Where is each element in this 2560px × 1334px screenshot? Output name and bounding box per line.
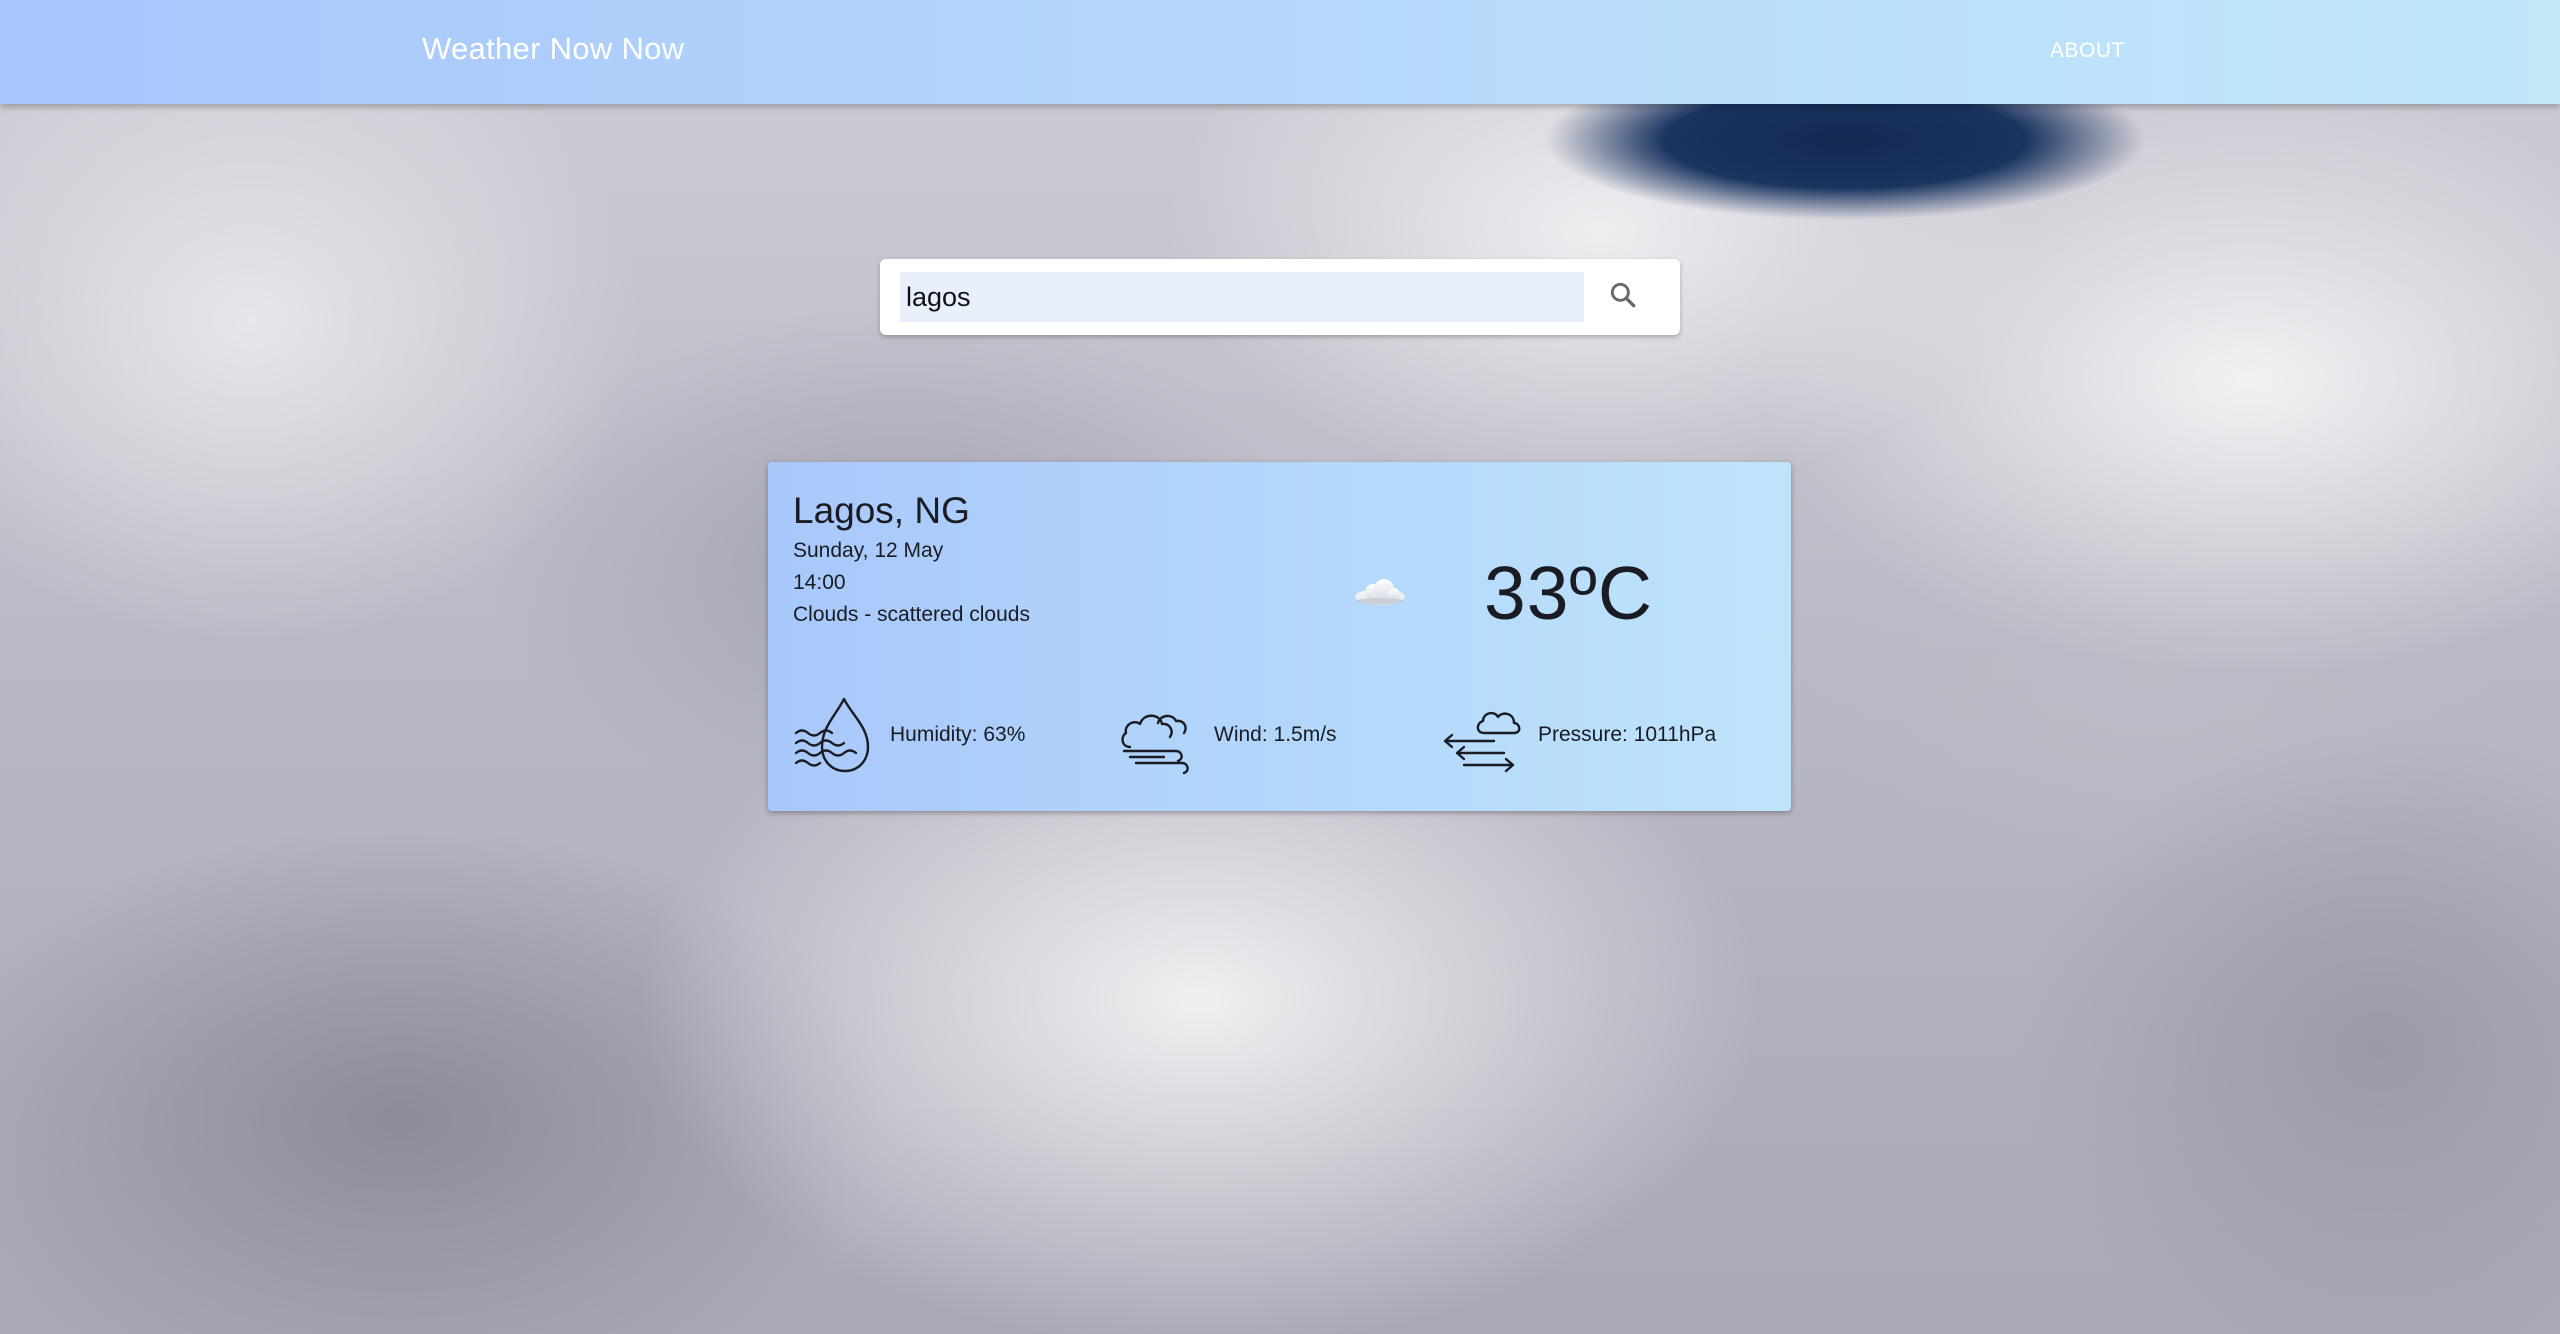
- humidity-drop-icon: [794, 697, 870, 773]
- search-bar: [880, 259, 1680, 335]
- pressure-arrows-icon: [1443, 711, 1521, 773]
- wind-label: Wind: 1.5m/s: [1214, 723, 1337, 746]
- location-name: Lagos, NG: [793, 490, 970, 531]
- search-button[interactable]: [1599, 271, 1647, 319]
- wind-cloud-icon: [1121, 714, 1189, 775]
- temperature: 33ºC: [1484, 551, 1653, 635]
- wind-stat: Wind: 1.5m/s: [1116, 690, 1337, 780]
- weather-description: Clouds - scattered clouds: [793, 603, 1030, 626]
- page: Weather Now Now ABOUT Lagos, NG Sunday, …: [0, 0, 2560, 1334]
- search-input[interactable]: [900, 272, 1584, 322]
- about-link[interactable]: ABOUT: [2050, 39, 2125, 63]
- pressure-label: Pressure: 1011hPa: [1538, 723, 1717, 746]
- forecast-date: Sunday, 12 May: [793, 539, 944, 562]
- weather-card: Lagos, NG Sunday, 12 May 14:00 Clouds - …: [768, 462, 1791, 811]
- pressure-stat: Pressure: 1011hPa: [1440, 690, 1716, 780]
- app-title[interactable]: Weather Now Now: [422, 31, 684, 67]
- humidity-label: Humidity: 63%: [890, 723, 1026, 746]
- cloud-icon: [1355, 579, 1405, 605]
- humidity-stat: Humidity: 63%: [792, 690, 1025, 780]
- search-icon: [1610, 282, 1636, 308]
- app-bar: Weather Now Now ABOUT: [0, 0, 2560, 104]
- forecast-time: 14:00: [793, 571, 846, 594]
